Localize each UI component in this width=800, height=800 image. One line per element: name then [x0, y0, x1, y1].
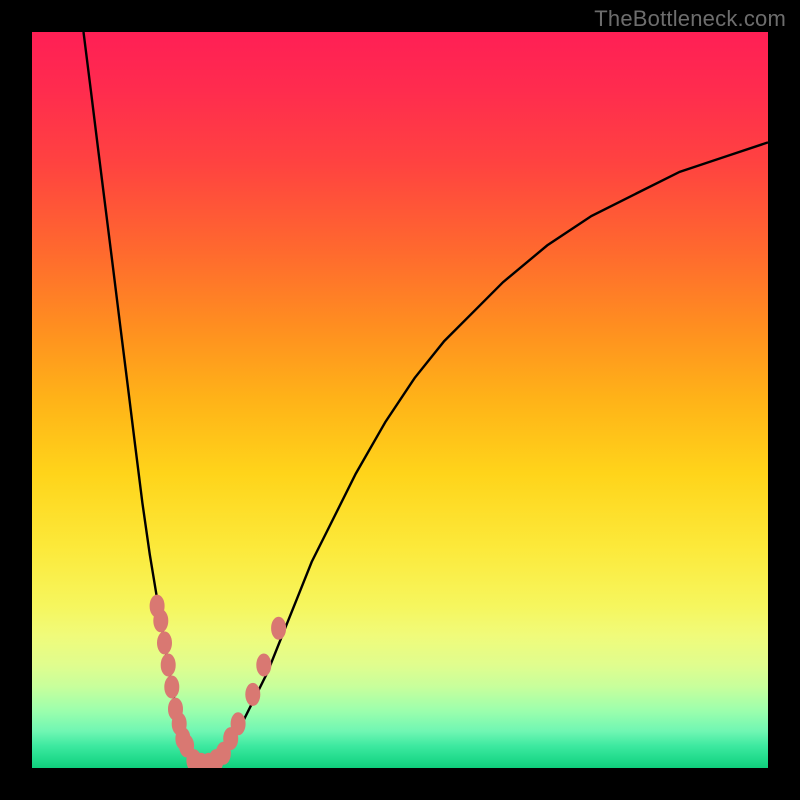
curve-marker	[161, 654, 175, 676]
curve-marker	[165, 676, 179, 698]
curve-markers	[150, 595, 286, 768]
curve-marker	[154, 610, 168, 632]
curve-marker	[246, 683, 260, 705]
chart-svg	[32, 32, 768, 768]
chart-plot-area	[32, 32, 768, 768]
curve-marker	[272, 617, 286, 639]
curve-marker	[231, 713, 245, 735]
curve-marker	[158, 632, 172, 654]
curve-marker	[257, 654, 271, 676]
bottleneck-curve-line	[84, 32, 769, 768]
watermark-text: TheBottleneck.com	[594, 6, 786, 32]
